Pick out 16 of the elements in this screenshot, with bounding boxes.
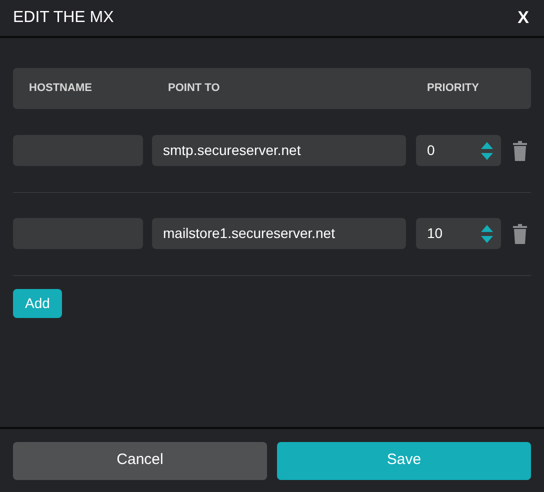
- close-button[interactable]: X: [516, 5, 531, 31]
- column-header: PRIORITY: [426, 81, 479, 96]
- trash-icon[interactable]: [513, 224, 527, 244]
- point-to-field[interactable]: mailstore1.secureserver.net: [152, 218, 406, 249]
- point-to-field[interactable]: smtp.secureserver.net: [152, 135, 406, 166]
- hostname-field[interactable]: [13, 135, 143, 166]
- hostname-field[interactable]: [13, 218, 143, 249]
- column-header: HOSTNAME: [28, 81, 93, 96]
- cancel-button[interactable]: Cancel: [13, 442, 267, 480]
- dialog-title: EDIT THE MX: [13, 8, 114, 28]
- column-header: POINT TO: [167, 81, 221, 96]
- priority-field[interactable]: 0: [416, 135, 501, 166]
- priority-field[interactable]: 10: [416, 218, 501, 249]
- trash-icon[interactable]: [513, 140, 527, 160]
- stepper-icon[interactable]: [481, 142, 493, 160]
- stepper-icon[interactable]: [481, 224, 493, 242]
